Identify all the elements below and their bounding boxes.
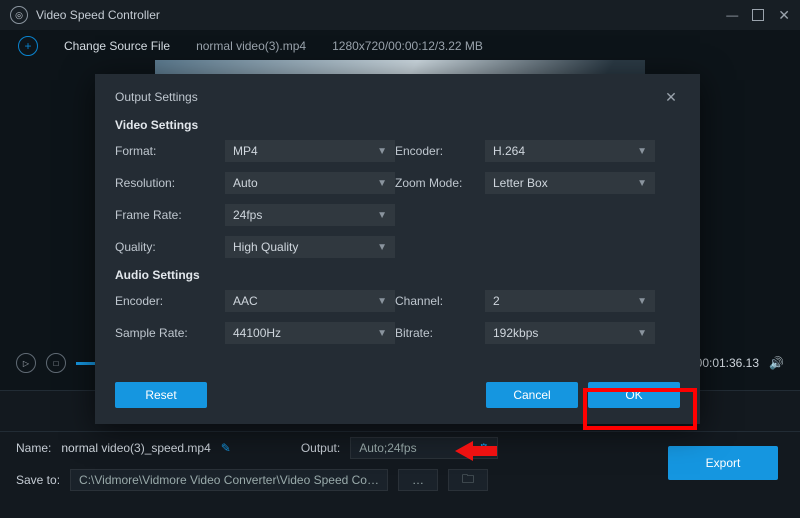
chevron-down-icon: ▼ bbox=[637, 296, 647, 307]
frame-rate-select[interactable]: 24fps▼ bbox=[225, 204, 395, 226]
open-folder-icon[interactable]: 🗀 bbox=[448, 469, 488, 491]
channel-select[interactable]: 2▼ bbox=[485, 290, 655, 312]
change-source-link[interactable]: Change Source File bbox=[64, 39, 170, 53]
video-settings-header: Video Settings bbox=[115, 118, 680, 132]
channel-label: Channel: bbox=[395, 294, 485, 308]
add-file-icon[interactable]: + bbox=[18, 36, 38, 56]
chevron-down-icon: ▼ bbox=[377, 328, 387, 339]
zoom-mode-select[interactable]: Letter Box▼ bbox=[485, 172, 655, 194]
frame-rate-label: Frame Rate: bbox=[115, 208, 225, 222]
save-to-label: Save to: bbox=[16, 473, 60, 487]
chevron-down-icon: ▼ bbox=[377, 296, 387, 307]
app-title: Video Speed Controller bbox=[36, 8, 160, 22]
annotation-ok-highlight bbox=[583, 388, 697, 430]
dialog-close-icon[interactable]: ✕ bbox=[662, 88, 680, 106]
chevron-down-icon: ▼ bbox=[637, 328, 647, 339]
volume-icon[interactable]: 🔊 bbox=[769, 356, 784, 370]
time-readout: 00:01:36.13 bbox=[696, 356, 759, 370]
zoom-mode-label: Zoom Mode: bbox=[395, 176, 485, 190]
bitrate-select[interactable]: 192kbps▼ bbox=[485, 322, 655, 344]
reset-button[interactable]: Reset bbox=[115, 382, 207, 408]
play-icon[interactable]: ▷ bbox=[16, 353, 36, 373]
source-meta: 1280x720/00:00:12/3.22 MB bbox=[332, 39, 483, 53]
browse-button[interactable]: … bbox=[398, 469, 438, 491]
app-logo-icon: ◎ bbox=[10, 6, 28, 24]
chevron-down-icon: ▼ bbox=[377, 146, 387, 157]
quality-label: Quality: bbox=[115, 240, 225, 254]
titlebar: ◎ Video Speed Controller — ✕ bbox=[0, 0, 800, 30]
export-button[interactable]: Export bbox=[668, 446, 778, 480]
cancel-button[interactable]: Cancel bbox=[486, 382, 578, 408]
resolution-label: Resolution: bbox=[115, 176, 225, 190]
audio-encoder-label: Encoder: bbox=[115, 294, 225, 308]
close-icon[interactable]: ✕ bbox=[778, 7, 790, 24]
quality-select[interactable]: High Quality▼ bbox=[225, 236, 395, 258]
bitrate-label: Bitrate: bbox=[395, 326, 485, 340]
video-encoder-label: Encoder: bbox=[395, 144, 485, 158]
chevron-down-icon: ▼ bbox=[377, 178, 387, 189]
dialog-title: Output Settings bbox=[115, 90, 198, 104]
format-label: Format: bbox=[115, 144, 225, 158]
format-select[interactable]: MP4▼ bbox=[225, 140, 395, 162]
minimize-icon[interactable]: — bbox=[726, 8, 738, 22]
resolution-select[interactable]: Auto▼ bbox=[225, 172, 395, 194]
sample-rate-select[interactable]: 44100Hz▼ bbox=[225, 322, 395, 344]
chevron-down-icon: ▼ bbox=[377, 242, 387, 253]
chevron-down-icon: ▼ bbox=[637, 146, 647, 157]
chevron-down-icon: ▼ bbox=[377, 210, 387, 221]
sample-rate-label: Sample Rate: bbox=[115, 326, 225, 340]
video-encoder-select[interactable]: H.264▼ bbox=[485, 140, 655, 162]
source-filename: normal video(3).mp4 bbox=[196, 39, 306, 53]
output-value: Auto;24fps bbox=[359, 441, 416, 455]
annotation-arrow-icon bbox=[455, 438, 497, 464]
chevron-down-icon: ▼ bbox=[637, 178, 647, 189]
name-label: Name: bbox=[16, 441, 51, 455]
toolbar: + Change Source File normal video(3).mp4… bbox=[0, 30, 800, 62]
name-value: normal video(3)_speed.mp4 bbox=[61, 441, 210, 455]
output-label: Output: bbox=[301, 441, 340, 455]
stop-icon[interactable]: □ bbox=[46, 353, 66, 373]
output-settings-dialog: Output Settings ✕ Video Settings Format:… bbox=[95, 74, 700, 424]
audio-encoder-select[interactable]: AAC▼ bbox=[225, 290, 395, 312]
save-path-field[interactable]: C:\Vidmore\Vidmore Video Converter\Video… bbox=[70, 469, 388, 491]
audio-settings-header: Audio Settings bbox=[115, 268, 680, 282]
edit-name-icon[interactable]: ✎ bbox=[221, 441, 231, 455]
maximize-icon[interactable] bbox=[752, 9, 764, 21]
save-path-value: C:\Vidmore\Vidmore Video Converter\Video… bbox=[79, 473, 379, 487]
